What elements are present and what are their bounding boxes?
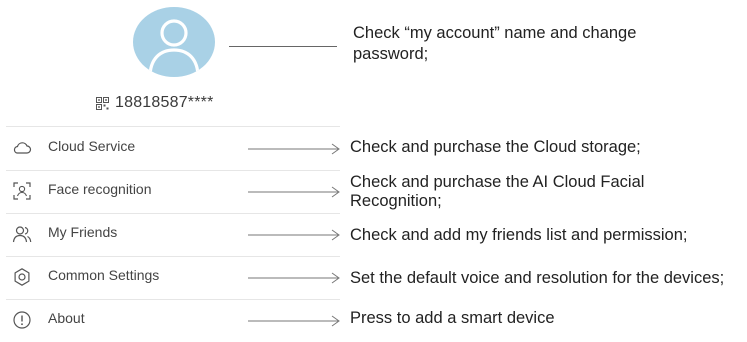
menu-item-label: Face recognition	[48, 181, 152, 197]
my-friends-description: Check and add my friends list and permis…	[350, 226, 688, 244]
common-settings-description: Set the default voice and resolution for…	[350, 269, 725, 287]
menu-item-about[interactable]: About	[6, 299, 340, 342]
about-description: Press to add a smart device	[350, 309, 555, 327]
menu-item-label: Cloud Service	[48, 138, 136, 154]
menu-item-my-friends[interactable]: My Friends	[6, 213, 340, 257]
long-arrow-right-icon	[248, 315, 340, 327]
account-description: Check “my account” name and change passw…	[353, 24, 637, 63]
account-row[interactable]: 18818587****	[96, 92, 214, 114]
cloud-service-description: Check and purchase the Cloud storage;	[350, 138, 641, 156]
face-scan-icon	[12, 181, 32, 201]
long-arrow-right-icon	[248, 143, 340, 155]
avatar[interactable]	[133, 7, 215, 77]
menu-item-label: Common Settings	[48, 267, 160, 283]
qr-code-icon	[96, 96, 109, 110]
menu-item-label: About	[48, 310, 85, 326]
long-arrow-right-icon	[248, 272, 340, 284]
user-silhouette-icon	[148, 19, 200, 77]
menu-item-label: My Friends	[48, 224, 118, 240]
account-number: 18818587****	[115, 94, 214, 111]
info-icon	[12, 310, 32, 330]
face-recognition-description: Check and purchase the AI Cloud Facial R…	[350, 173, 645, 210]
friends-icon	[12, 224, 32, 244]
menu-item-common-settings[interactable]: Common Settings	[6, 256, 340, 300]
long-arrow-right-icon	[248, 229, 340, 241]
cloud-icon	[12, 138, 32, 158]
gear-icon	[12, 267, 32, 287]
callout-line	[229, 46, 337, 47]
menu-item-cloud-service[interactable]: Cloud Service	[6, 126, 340, 171]
menu-item-face-recognition[interactable]: Face recognition	[6, 170, 340, 214]
long-arrow-right-icon	[248, 186, 340, 198]
